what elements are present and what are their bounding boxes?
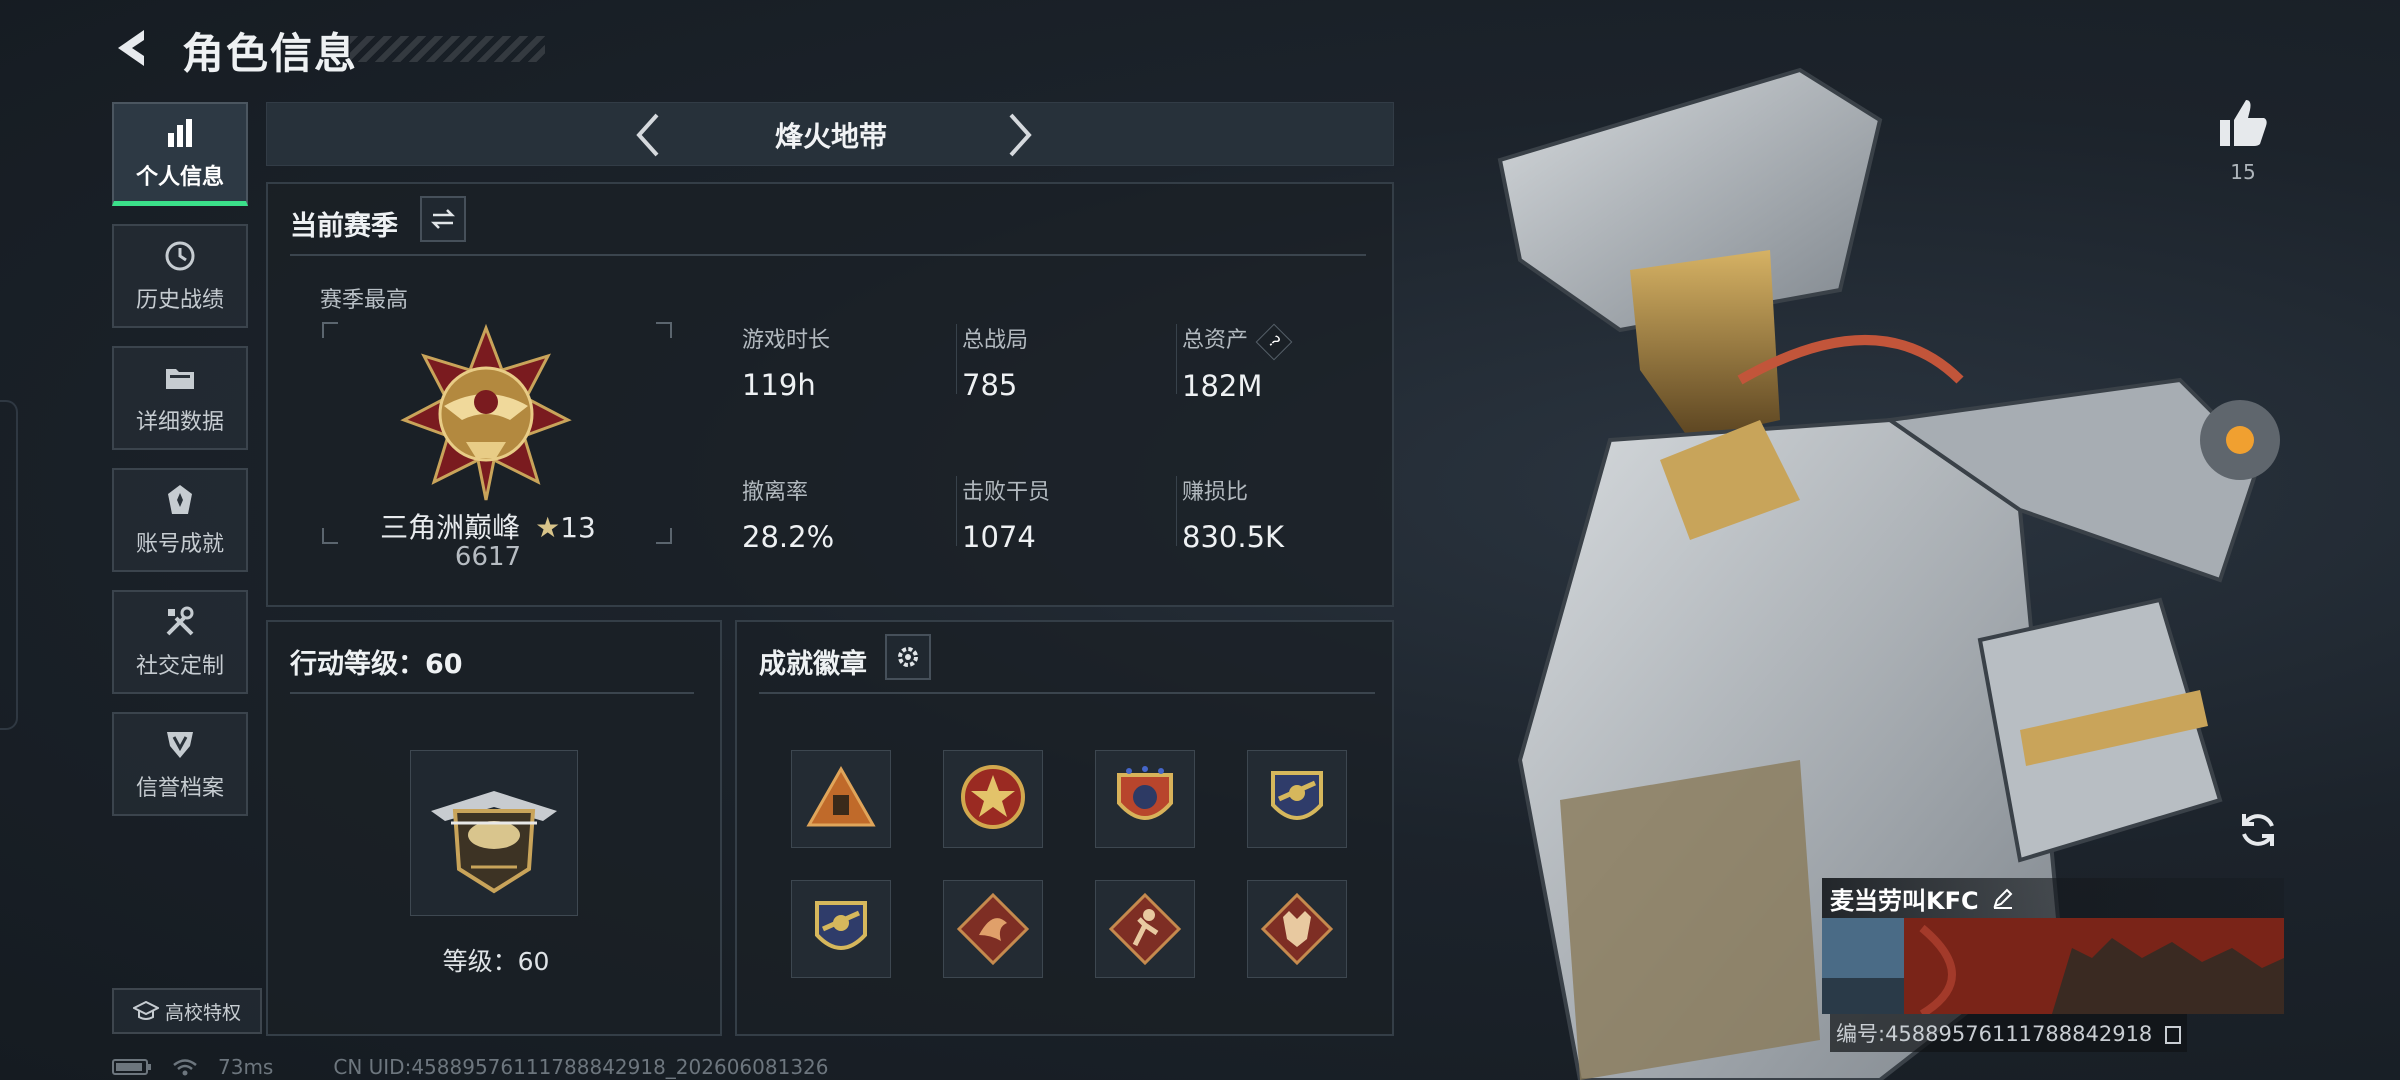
level-caption: 等级：60 bbox=[442, 947, 550, 976]
achievement-badge[interactable] bbox=[1095, 750, 1195, 848]
divider bbox=[759, 692, 1375, 694]
like-count: 15 bbox=[2230, 160, 2256, 184]
achievement-badge[interactable] bbox=[1247, 750, 1347, 848]
star-icon: ★ bbox=[535, 511, 561, 544]
rank-emblem-icon bbox=[400, 324, 572, 501]
star-emblem-icon bbox=[961, 765, 1025, 829]
achievement-badge[interactable] bbox=[943, 750, 1043, 848]
divider bbox=[1176, 476, 1177, 546]
next-mode-button[interactable] bbox=[999, 109, 1039, 161]
help-button[interactable]: ? bbox=[1255, 323, 1293, 361]
refresh-button[interactable] bbox=[2236, 808, 2280, 852]
nav-detail-data[interactable]: 详细数据 bbox=[112, 346, 248, 450]
achievement-badges-panel: 成就徽章 bbox=[735, 620, 1394, 1036]
divider bbox=[956, 324, 957, 394]
nav-label: 历史战绩 bbox=[135, 288, 224, 313]
campus-privilege-button[interactable]: 高校特权 bbox=[112, 988, 262, 1034]
folder-icon bbox=[166, 369, 194, 389]
card-name-row: 麦当劳叫KFC bbox=[1822, 878, 2284, 918]
like-button[interactable] bbox=[2214, 94, 2272, 152]
level-badge bbox=[410, 750, 578, 916]
wolf-emblem-icon bbox=[1260, 892, 1334, 966]
back-button[interactable] bbox=[110, 24, 158, 72]
prev-mode-button[interactable] bbox=[629, 109, 669, 161]
history-icon bbox=[165, 241, 195, 271]
battery-icon bbox=[112, 1059, 151, 1075]
nav-personal-info[interactable]: 个人信息 bbox=[112, 102, 248, 206]
profile-card[interactable]: 麦当劳叫KFC 编号:4588957611178884291​8 bbox=[1822, 878, 2284, 1060]
player-id: 编号:4588957611178884291​8 bbox=[1830, 1014, 2187, 1052]
player-name: 麦当劳叫KFC bbox=[1830, 886, 1979, 915]
ping-value: 73ms bbox=[218, 1055, 274, 1079]
season-best-label: 赛季最高 bbox=[320, 288, 409, 313]
uid-text: CN UID:4588957611178884291​8_20260608132… bbox=[333, 1055, 829, 1079]
achievement-badge[interactable] bbox=[791, 880, 891, 978]
season-panel: 当前赛季 赛季最高 三角洲巅峰 ★13 6617 游戏时长 119h 总战局 7… bbox=[266, 182, 1394, 607]
title-decoration bbox=[350, 36, 545, 62]
mode-selector: 烽火地带 bbox=[266, 102, 1394, 166]
stat-operators-defeated: 击败干员 1074 bbox=[962, 480, 1051, 554]
badge-settings-button[interactable] bbox=[885, 634, 931, 680]
wing-emblem-icon bbox=[815, 901, 867, 950]
nav-reputation[interactable]: 信誉档案 bbox=[112, 712, 248, 816]
nav-label: 信誉档案 bbox=[135, 776, 224, 801]
nav-history[interactable]: 历史战绩 bbox=[112, 224, 248, 328]
page-title: 角色信息 bbox=[182, 29, 359, 78]
divider bbox=[290, 254, 1366, 256]
nav-social-custom[interactable]: 社交定制 bbox=[112, 590, 248, 694]
mode-title: 烽火地带 bbox=[774, 120, 887, 153]
runner-emblem-icon bbox=[1108, 892, 1182, 966]
nav-label: 社交定制 bbox=[135, 654, 224, 679]
shield-icon bbox=[167, 732, 193, 758]
bar-chart-icon bbox=[168, 118, 192, 147]
helicopter-emblem-icon bbox=[431, 791, 557, 894]
achievement-badge[interactable] bbox=[1247, 880, 1347, 978]
stat-profit-ratio: 赚损比 830.5K bbox=[1182, 480, 1285, 554]
level-title: 行动等级：60 bbox=[290, 649, 463, 680]
edit-icon[interactable] bbox=[1991, 886, 2015, 910]
back-arrow-icon bbox=[118, 30, 144, 66]
campus-label: 高校特权 bbox=[164, 1001, 241, 1024]
tools-icon bbox=[166, 606, 194, 636]
dragon-emblem-icon bbox=[956, 892, 1030, 966]
nav-label: 个人信息 bbox=[135, 164, 224, 190]
divider bbox=[1176, 324, 1177, 394]
switch-season-button[interactable] bbox=[420, 196, 466, 242]
nav-account-achievements[interactable]: 账号成就 bbox=[112, 468, 248, 572]
stat-total-matches: 总战局 785 bbox=[962, 328, 1029, 402]
rank-name-text: 三角洲巅峰 bbox=[380, 511, 521, 544]
nav-label: 详细数据 bbox=[135, 410, 224, 435]
wing-emblem-icon bbox=[1271, 771, 1323, 820]
crest-emblem-icon bbox=[1117, 766, 1173, 820]
decor-line bbox=[0, 400, 18, 730]
player-id-text: 编号:4588957611178884291​8 bbox=[1836, 1022, 2153, 1046]
achievement-badge[interactable] bbox=[943, 880, 1043, 978]
achievements-title: 成就徽章 bbox=[759, 649, 867, 680]
action-level-panel: 行动等级：60 等级：60 bbox=[266, 620, 722, 1036]
rank-stars: 13 bbox=[560, 511, 596, 544]
achievement-badge[interactable] bbox=[1095, 880, 1195, 978]
gear-icon bbox=[898, 647, 918, 667]
rank-score: 6617 bbox=[454, 542, 522, 572]
divider bbox=[290, 692, 694, 694]
rank-name: 三角洲巅峰 ★13 bbox=[328, 506, 648, 546]
profile-banner bbox=[1822, 918, 2284, 1014]
copy-icon[interactable] bbox=[2164, 1026, 2181, 1044]
stat-total-assets: 总资产 ? 182M bbox=[1182, 322, 1293, 403]
stat-extraction-rate: 撤离率 28.2% bbox=[742, 480, 835, 554]
achievement-badge[interactable] bbox=[791, 750, 891, 848]
triangle-emblem-icon bbox=[806, 765, 876, 827]
season-title: 当前赛季 bbox=[290, 211, 398, 242]
wifi-icon bbox=[173, 1059, 197, 1076]
graduation-cap-icon bbox=[132, 1001, 159, 1020]
stat-play-time: 游戏时长 119h bbox=[742, 328, 831, 402]
swap-icon bbox=[430, 209, 456, 229]
nav-label: 账号成就 bbox=[135, 532, 224, 557]
divider bbox=[956, 476, 957, 546]
achievement-icon bbox=[168, 485, 192, 514]
status-bar: 73ms CN UID:4588957611178884291​8_202606… bbox=[112, 1054, 829, 1080]
